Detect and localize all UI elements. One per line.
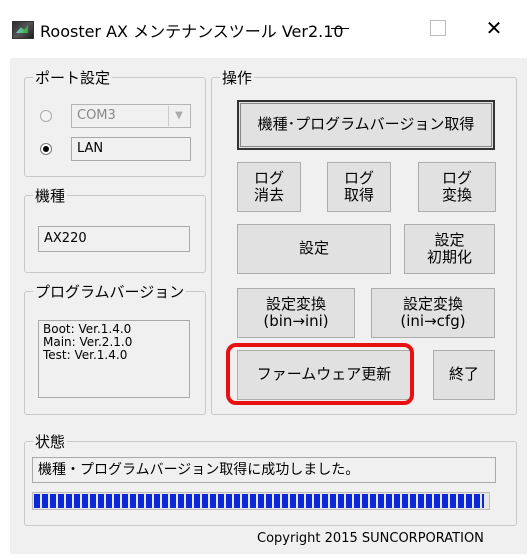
status-legend: 状態 <box>35 433 66 451</box>
chevron-down-icon[interactable]: ▼ <box>168 106 189 126</box>
close-button[interactable]: ✕ <box>474 13 514 43</box>
port-settings-legend: ポート設定 <box>35 69 111 87</box>
lan-field: LAN <box>71 137 191 161</box>
maximize-button[interactable] <box>418 13 458 43</box>
log-get-button[interactable]: ログ 取得 <box>327 162 391 212</box>
copyright-text: Copyright 2015 SUNCORPORATION <box>257 531 484 546</box>
model-legend: 機種 <box>35 187 66 205</box>
progress-fill <box>34 494 484 508</box>
window-title: Rooster AX メンテナンスツール Ver2.10 <box>40 22 344 41</box>
com-radio[interactable] <box>40 110 52 122</box>
operations-legend: 操作 <box>222 69 253 87</box>
log-clear-button[interactable]: ログ 消去 <box>237 162 301 212</box>
lan-radio[interactable] <box>40 143 52 155</box>
program-version-field: Boot: Ver.1.4.0 Main: Ver.2.1.0 Test: Ve… <box>38 320 190 398</box>
progress-bar <box>32 492 490 510</box>
get-version-button[interactable]: 機種･プログラムバージョン取得 <box>237 100 495 150</box>
log-convert-button[interactable]: ログ 変換 <box>418 162 496 212</box>
model-field: AX220 <box>38 226 190 252</box>
program-version-legend: プログラムバージョン <box>35 283 185 301</box>
settings-init-button[interactable]: 設定 初期化 <box>404 224 495 274</box>
com-port-select[interactable]: COM3 ▼ <box>71 104 191 128</box>
convert-bin-ini-button[interactable]: 設定変換 (bin→ini) <box>237 288 355 338</box>
status-message: 機種・プログラムバージョン取得に成功しました。 <box>32 457 496 483</box>
highlight-annotation <box>226 343 414 405</box>
title-bar: Rooster AX メンテナンスツール Ver2.10 ✕ <box>0 0 531 58</box>
com-port-value: COM3 <box>77 108 116 123</box>
exit-button[interactable]: 終了 <box>433 350 495 400</box>
version-line-test: Test: Ver.1.4.0 <box>43 348 128 362</box>
convert-ini-cfg-button[interactable]: 設定変換 (ini→cfg) <box>371 288 495 338</box>
minimize-button[interactable] <box>320 13 360 43</box>
app-icon <box>12 21 34 39</box>
settings-button[interactable]: 設定 <box>237 224 391 274</box>
